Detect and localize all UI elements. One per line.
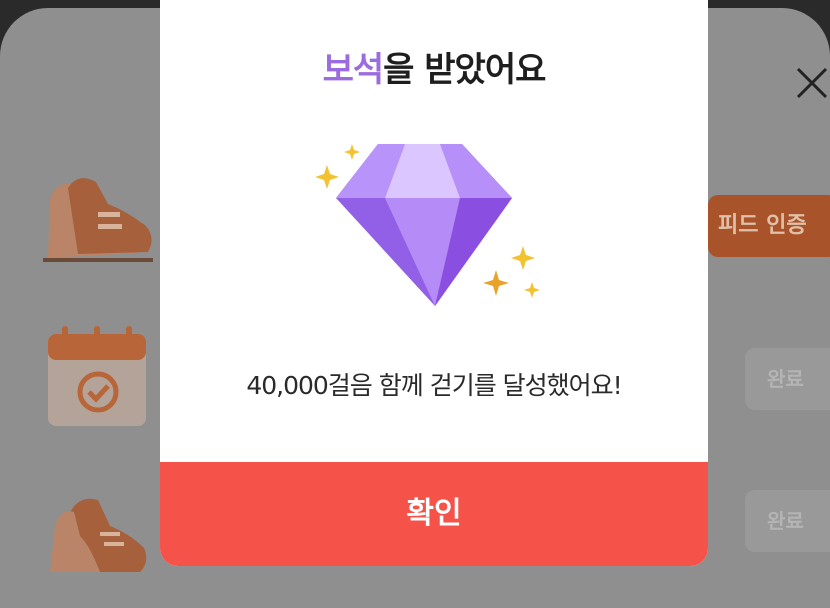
sparkle-icon [315,165,339,189]
sparkle-icon [524,282,540,298]
shoe-icon [50,498,147,572]
modal-title: 보석을 받았어요 [160,42,708,91]
modal-message: 40,000걸음 함께 걷기를 달성했어요! [246,371,622,400]
diamond-icon [315,144,540,306]
modal-title-rest: 을 받았어요 [383,50,546,90]
calendar-check-icon [48,326,146,426]
sparkle-icon [344,144,360,160]
shoes-icon [43,178,153,262]
sparkle-icon [511,246,535,270]
feed-verify-button[interactable]: 피드 인증 [708,195,830,257]
reward-modal: 보석을 받았어요 40,000걸음 함께 걷기를 달성했어요! 확인 [160,0,708,566]
confirm-button[interactable]: 확인 [160,462,708,566]
modal-title-accent: 보석 [322,50,385,90]
sparkle-icon [483,270,509,296]
done-button-2[interactable]: 완료 [745,490,830,552]
done-button-1[interactable]: 완료 [745,348,830,410]
close-icon[interactable] [795,66,829,100]
